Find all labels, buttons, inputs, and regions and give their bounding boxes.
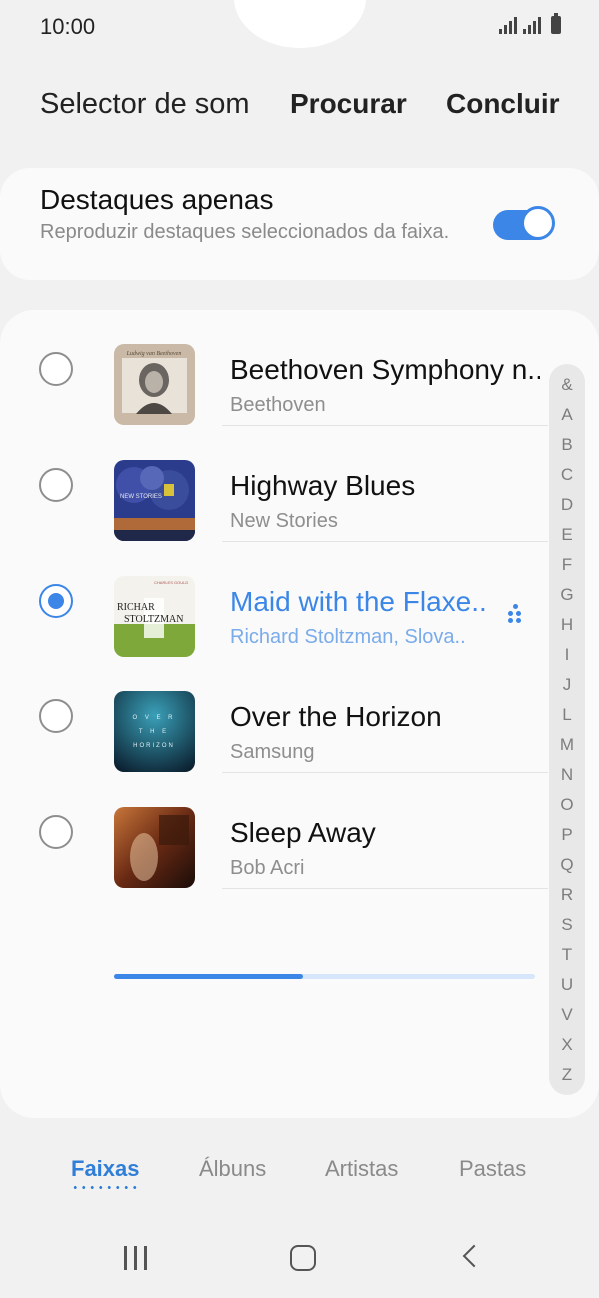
index-letter[interactable]: M — [549, 730, 585, 760]
index-letter[interactable]: H — [549, 610, 585, 640]
index-letter[interactable]: S — [549, 910, 585, 940]
highlights-toggle[interactable] — [493, 206, 555, 242]
track-artist: Samsung — [230, 741, 315, 763]
page-title: Selector de som — [40, 88, 250, 120]
svg-text:STOLTZMAN: STOLTZMAN — [124, 614, 183, 625]
playback-progress-bar[interactable] — [114, 974, 535, 979]
svg-text:Ludwig van Beethoven: Ludwig van Beethoven — [126, 351, 182, 357]
album-art-beethoven: Ludwig van Beethoven — [114, 344, 195, 425]
svg-text:HORIZON: HORIZON — [133, 743, 175, 749]
track-radio-selected[interactable] — [39, 584, 73, 618]
tab-albums[interactable]: Álbuns — [199, 1156, 266, 1182]
album-art-highway-blues: NEW STORIES — [114, 460, 195, 541]
row-divider — [222, 888, 548, 889]
active-tab-indicator — [71, 1186, 139, 1189]
svg-text:T H E: T H E — [139, 729, 169, 735]
track-row[interactable]: O V E R T H E HORIZON Over the Horizon S… — [0, 657, 548, 773]
signal-icon-2 — [523, 16, 541, 34]
index-letter[interactable]: & — [549, 370, 585, 400]
track-row[interactable]: NEW STORIES Highway Blues New Stories — [0, 426, 548, 542]
track-row[interactable]: Ludwig van Beethoven Beethoven Symphony … — [0, 310, 548, 426]
track-artist: Bob Acri — [230, 857, 305, 879]
status-time: 10:00 — [40, 14, 96, 39]
home-icon[interactable] — [282, 1242, 322, 1278]
index-letter[interactable]: V — [549, 1000, 585, 1030]
highlights-subtitle: Reproduzir destaques seleccionados da fa… — [40, 221, 450, 243]
track-list: Ludwig van Beethoven Beethoven Symphony … — [0, 310, 599, 1118]
camera-notch — [234, 0, 366, 48]
index-letter[interactable]: D — [549, 490, 585, 520]
track-row[interactable]: Sleep Away Bob Acri — [0, 773, 548, 889]
index-letter[interactable]: C — [549, 460, 585, 490]
svg-text:RICHAR: RICHAR — [117, 602, 155, 613]
track-radio[interactable] — [39, 815, 73, 849]
index-letter[interactable]: R — [549, 880, 585, 910]
track-title: Maid with the Flaxe.. — [230, 586, 487, 617]
system-nav-bar — [0, 1228, 599, 1292]
track-artist: New Stories — [230, 510, 338, 532]
svg-text:NEW STORIES: NEW STORIES — [120, 494, 162, 500]
status-icons — [499, 13, 561, 34]
bottom-tabs: Faixas Álbuns Artistas Pastas — [0, 1150, 599, 1200]
index-letter[interactable]: J — [549, 670, 585, 700]
index-letter[interactable]: I — [549, 640, 585, 670]
highlights-title: Destaques apenas — [40, 184, 274, 215]
svg-text:O V E R: O V E R — [132, 715, 175, 721]
battery-icon — [551, 13, 561, 34]
index-letter[interactable]: P — [549, 820, 585, 850]
track-artist: Beethoven — [230, 394, 326, 416]
search-button[interactable]: Procurar — [290, 88, 407, 120]
index-letter[interactable]: X — [549, 1030, 585, 1060]
progress-fill — [114, 974, 304, 979]
highlights-only-card: Destaques apenas Reproduzir destaques se… — [0, 168, 599, 280]
alphabet-index-scrollbar[interactable]: & A B C D E F G H I J L M N O P Q R S T U V X Z — [549, 364, 585, 1095]
index-letter[interactable]: Z — [549, 1060, 585, 1090]
status-bar: 10:00 — [0, 0, 599, 56]
track-radio[interactable] — [39, 699, 73, 733]
index-letter[interactable]: T — [549, 940, 585, 970]
track-radio[interactable] — [39, 468, 73, 502]
track-title: Highway Blues — [230, 470, 416, 501]
track-radio[interactable] — [39, 352, 73, 386]
index-letter[interactable]: E — [549, 520, 585, 550]
album-art-sleep-away — [114, 807, 195, 888]
index-letter[interactable]: U — [549, 970, 585, 1000]
index-letter[interactable]: G — [549, 580, 585, 610]
index-letter[interactable]: B — [549, 430, 585, 460]
tab-folders[interactable]: Pastas — [459, 1156, 526, 1182]
track-row-active[interactable]: RICHAR STOLTZMAN CHARLES GOULD Maid with… — [0, 542, 548, 657]
index-letter[interactable]: N — [549, 760, 585, 790]
album-art-stoltzman: RICHAR STOLTZMAN CHARLES GOULD — [114, 576, 195, 657]
app-header: Selector de som Procurar Concluir — [0, 70, 599, 140]
recent-apps-icon[interactable] — [121, 1242, 161, 1278]
tab-tracks[interactable]: Faixas — [71, 1156, 140, 1182]
track-title: Sleep Away — [230, 817, 376, 848]
svg-text:CHARLES GOULD: CHARLES GOULD — [154, 580, 188, 585]
track-artist: Richard Stoltzman, Slova.. — [230, 626, 466, 648]
signal-icon — [499, 16, 517, 34]
index-letter[interactable]: F — [549, 550, 585, 580]
playing-indicator-icon — [508, 604, 522, 624]
album-art-over-the-horizon: O V E R T H E HORIZON — [114, 691, 195, 772]
done-button[interactable]: Concluir — [446, 88, 560, 120]
index-letter[interactable]: A — [549, 400, 585, 430]
index-letter[interactable]: O — [549, 790, 585, 820]
track-title: Over the Horizon — [230, 701, 442, 732]
back-icon[interactable] — [452, 1242, 492, 1278]
toggle-knob — [521, 206, 555, 240]
index-letter[interactable]: L — [549, 700, 585, 730]
index-letter[interactable]: Q — [549, 850, 585, 880]
track-title: Beethoven Symphony n.. — [230, 354, 540, 385]
tab-artists[interactable]: Artistas — [325, 1156, 398, 1182]
